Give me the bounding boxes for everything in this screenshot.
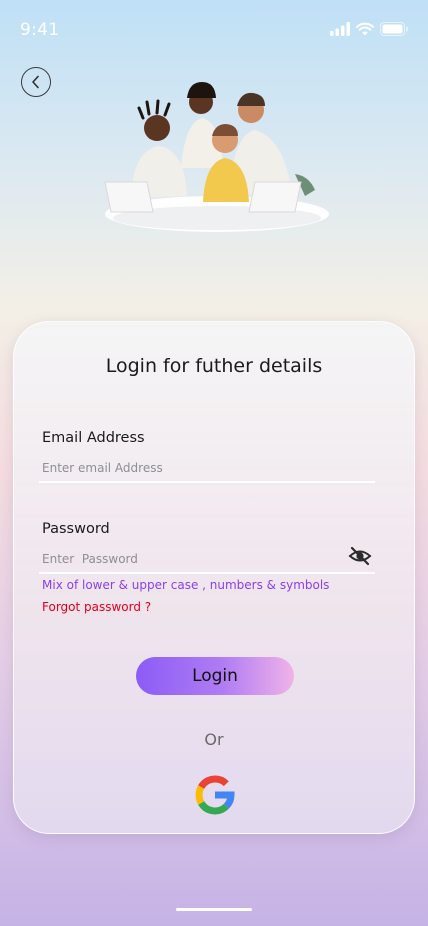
team-illustration: [104, 82, 329, 232]
home-indicator: [176, 908, 252, 911]
signal-icon: [330, 22, 350, 36]
login-title: Login for futher details: [105, 355, 323, 377]
status-time: 9:41: [20, 20, 60, 40]
password-label: Password: [42, 521, 110, 537]
wifi-icon: [356, 22, 374, 36]
google-icon[interactable]: [195, 775, 235, 815]
password-hint: Mix of lower & upper case , numbers & sy…: [42, 578, 330, 592]
chevron-left-icon: [32, 75, 39, 89]
or-divider: Or: [204, 730, 224, 749]
password-field[interactable]: [40, 549, 344, 569]
login-card: Login for futher details Email Address P…: [13, 321, 415, 834]
status-icons: [330, 22, 408, 36]
battery-icon: [380, 22, 408, 36]
email-field[interactable]: [40, 458, 379, 478]
email-underline: [39, 481, 375, 483]
login-button[interactable]: Login: [136, 657, 294, 695]
forgot-password-link[interactable]: Forgot password ?: [42, 600, 151, 614]
back-button[interactable]: [21, 67, 51, 97]
eye-off-icon[interactable]: [348, 544, 372, 568]
password-underline: [39, 572, 375, 574]
email-label: Email Address: [42, 430, 145, 446]
status-bar: 9:41: [0, 0, 428, 60]
